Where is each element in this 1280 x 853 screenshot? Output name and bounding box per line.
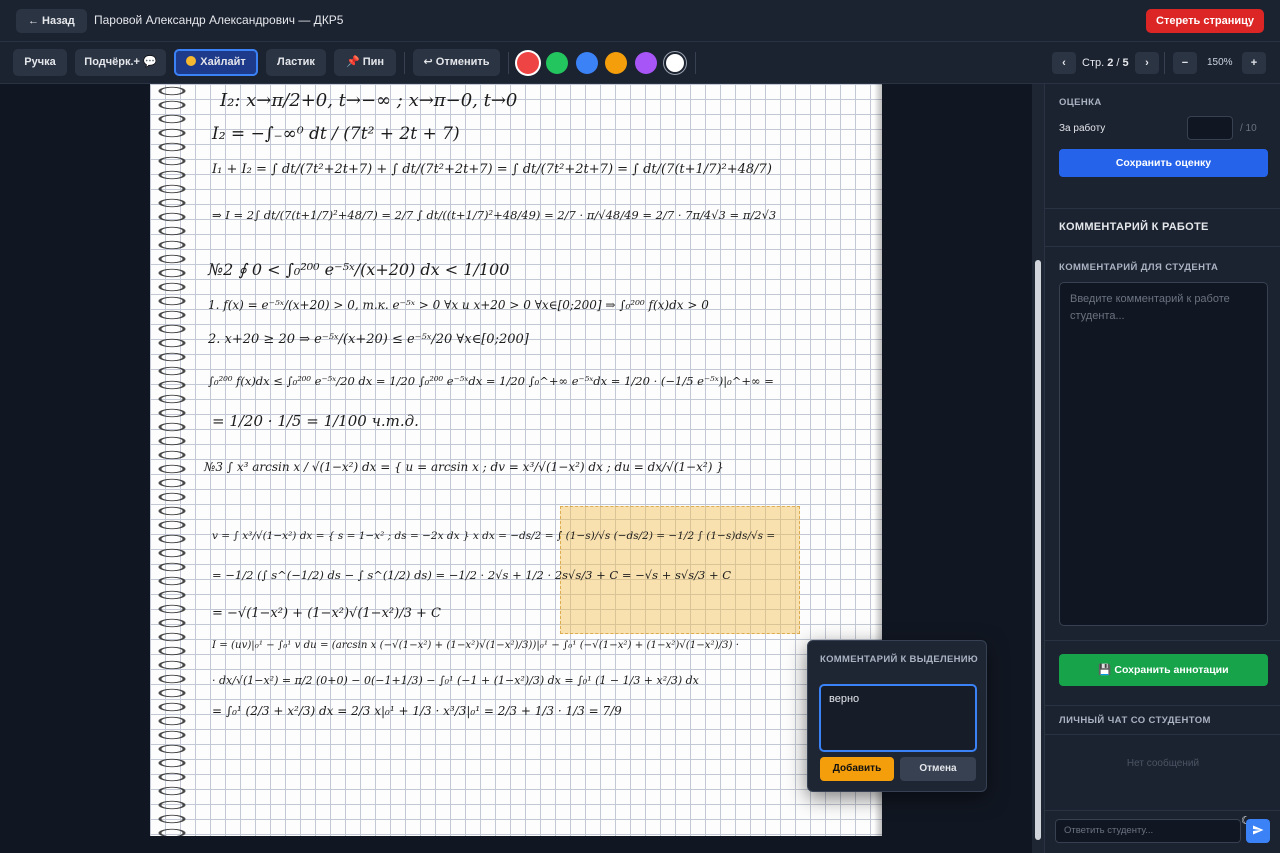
math-line: · dx/√(1−x²) = π/2 (0+0) − 0(−1+1/3) − ∫… — [212, 674, 699, 687]
back-button[interactable]: ← Назад — [16, 9, 87, 33]
divider — [1045, 734, 1280, 735]
color-swatch-white[interactable] — [664, 52, 686, 74]
math-line: I = (uv)|₀¹ − ∫₀¹ v du = (arcsin x (−√(1… — [212, 640, 739, 651]
next-page-button[interactable]: › — [1135, 52, 1159, 74]
underline-comment-tool-button[interactable]: Подчёрк.+ 💬 — [75, 49, 166, 76]
math-line: 2. x+20 ≥ 20 ⇒ e⁻⁵ˣ/(x+20) ≤ e⁻⁵ˣ/20 ∀x∈… — [208, 332, 529, 347]
score-max: / 10 — [1240, 123, 1257, 134]
math-line: = ∫₀¹ (2/3 + x²/3) dx = 2/3 x|₀¹ + 1/3 ·… — [212, 704, 622, 718]
math-line: = −1/2 (∫ s^(−1/2) ds − ∫ s^(1/2) ds) = … — [212, 568, 732, 582]
divider — [1045, 705, 1280, 706]
send-button[interactable] — [1246, 819, 1270, 843]
annotation-toolbar: Ручка Подчёрк.+ 💬 Хайлайт Ластик 📌 Пин ↩… — [0, 42, 1280, 84]
zoom-out-button[interactable]: − — [1173, 52, 1197, 74]
zoom-in-button[interactable]: + — [1242, 52, 1266, 74]
divider — [1045, 810, 1280, 811]
add-comment-button[interactable]: Добавить — [820, 757, 894, 781]
erase-page-button[interactable]: Стереть страницу — [1146, 9, 1264, 33]
top-bar: ← Назад Паровой Александр Александрович … — [0, 0, 1280, 42]
math-line: = 1/20 · 1/5 = 1/100 ч.т.д. — [212, 412, 419, 430]
divider — [1045, 246, 1280, 247]
math-line: I₂ = −∫₋∞⁰ dt / (7t² + 2t + 7) — [212, 124, 460, 144]
highlight-tool-label: Хайлайт — [200, 56, 246, 68]
math-line: v = ∫ x³/√(1−x²) dx = { s = 1−x² ; ds = … — [212, 530, 776, 542]
highlight-icon — [186, 56, 197, 66]
scrollbar-thumb[interactable] — [1035, 260, 1041, 840]
color-swatch-blue[interactable] — [576, 52, 598, 74]
math-line: №2 ∮ 0 < ∫₀²⁰⁰ e⁻⁵ˣ/(x+20) dx < 1/100 — [208, 260, 510, 279]
popup-title: КОММЕНТАРИЙ К ВЫДЕЛЕНИЮ — [820, 654, 978, 665]
prev-page-button[interactable]: ‹ — [1052, 52, 1076, 74]
chat-section-label: ЛИЧНЫЙ ЧАТ СО СТУДЕНТОМ — [1059, 715, 1211, 726]
cancel-comment-button[interactable]: Отмена — [900, 757, 976, 781]
score-input[interactable] — [1187, 116, 1233, 140]
pin-tool-button[interactable]: 📌 Пин — [334, 49, 396, 76]
toolbar-divider — [1164, 52, 1165, 74]
page-title: Паровой Александр Александрович — ДКР5 — [94, 13, 344, 27]
selection-comment-popup: КОММЕНТАРИЙ К ВЫДЕЛЕНИЮ верно Добавить О… — [807, 640, 987, 792]
math-line: №3 ∫ x³ arcsin x / √(1−x²) dx = { u = ar… — [204, 460, 724, 474]
student-comment-textarea[interactable]: Введите комментарий к работе студента... — [1059, 282, 1268, 626]
math-line: I₁ + I₂ = ∫ dt/(7t²+2t+7) + ∫ dt/(7t²+2t… — [212, 162, 772, 177]
document-scrollbar[interactable] — [1032, 84, 1044, 853]
notebook-page-image[interactable]: I₂: x→π/2+0, t→−∞ ; x→π−0, t→0 I₂ = −∫₋∞… — [150, 84, 882, 836]
notebook-spiral — [150, 84, 194, 836]
math-line: 1. f(x) = e⁻⁵ˣ/(x+20) > 0, т.к. e⁻⁵ˣ > 0… — [208, 298, 709, 312]
math-line: = −√(1−x²) + (1−x²)√(1−x²)/3 + C — [212, 606, 441, 621]
page-total: 5 — [1122, 57, 1129, 69]
math-line: ⇒ I = 2∫ dt/(7(t+1/7)²+48/7) = 2/7 ∫ dt/… — [212, 208, 777, 222]
right-panel: ОЦЕНКА За работу / 10 Сохранить оценку К… — [1044, 84, 1280, 853]
color-swatch-green[interactable] — [546, 52, 568, 74]
page-indicator: Стр. 2 / 5 — [1082, 57, 1129, 69]
pen-tool-button[interactable]: Ручка — [13, 49, 67, 76]
color-swatch-orange[interactable] — [605, 52, 627, 74]
math-line: ∫₀²⁰⁰ f(x)dx ≤ ∫₀²⁰⁰ e⁻⁵ˣ/20 dx = 1/20 ∫… — [208, 374, 774, 388]
page-prefix: Стр. — [1082, 57, 1108, 69]
send-icon — [1253, 825, 1264, 835]
math-line: I₂: x→π/2+0, t→−∞ ; x→π−0, t→0 — [220, 90, 518, 111]
color-swatch-red[interactable] — [517, 52, 539, 74]
toolbar-divider — [508, 52, 509, 74]
eraser-tool-button[interactable]: Ластик — [266, 49, 326, 76]
highlight-tool-button[interactable]: Хайлайт — [174, 49, 258, 76]
student-comment-label: КОММЕНТАРИЙ ДЛЯ СТУДЕНТА — [1059, 262, 1219, 273]
divider — [1045, 640, 1280, 641]
save-grade-button[interactable]: Сохранить оценку — [1059, 149, 1268, 177]
grade-section-label: ОЦЕНКА — [1059, 97, 1102, 108]
undo-button[interactable]: ↩ Отменить — [413, 49, 500, 76]
score-label: За работу — [1059, 123, 1106, 134]
reply-input[interactable]: Ответить студенту... — [1055, 819, 1241, 843]
comment-section-heading: КОММЕНТАРИЙ К РАБОТЕ — [1059, 221, 1209, 233]
zoom-level: 150% — [1207, 57, 1233, 68]
toolbar-divider — [695, 52, 696, 74]
no-messages-text: Нет сообщений — [1126, 758, 1200, 769]
save-annotations-button[interactable]: 💾 Сохранить аннотации — [1059, 654, 1268, 686]
page-separator: / — [1113, 57, 1123, 69]
divider — [1045, 208, 1280, 209]
color-swatch-purple[interactable] — [635, 52, 657, 74]
toolbar-divider — [404, 52, 405, 74]
selection-comment-input[interactable]: верно — [819, 684, 977, 752]
